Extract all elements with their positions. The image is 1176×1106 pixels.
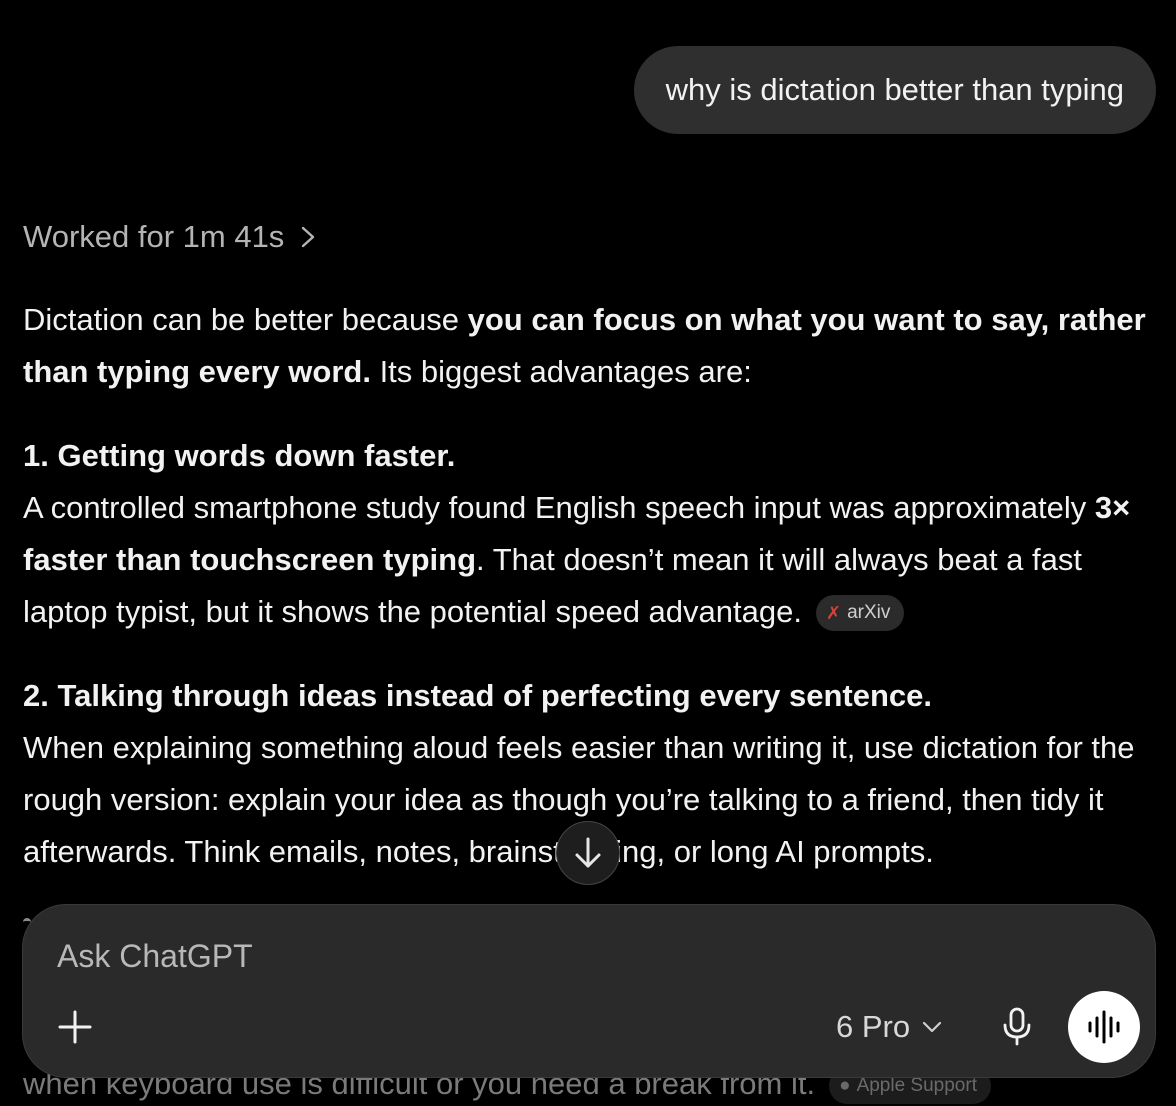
- citation-chip-arxiv[interactable]: ✗ arXiv: [815, 595, 905, 631]
- assistant-answer: Dictation can be better because you can …: [23, 294, 1158, 878]
- microphone-icon: [1003, 1007, 1031, 1046]
- chevron-down-icon: [923, 1021, 942, 1033]
- point-2-heading: 2. Talking through ideas instead of perf…: [23, 678, 932, 713]
- scroll-to-bottom-button[interactable]: [556, 821, 620, 885]
- message-input[interactable]: [55, 927, 959, 985]
- arrow-down-icon: [575, 837, 601, 868]
- user-message-text: why is dictation better than typing: [665, 72, 1124, 107]
- message-composer: 6 Pro: [22, 904, 1156, 1078]
- user-message-bubble: why is dictation better than typing: [633, 46, 1156, 134]
- dictate-button[interactable]: [995, 1003, 1039, 1051]
- answer-intro: Dictation can be better because you can …: [23, 302, 1146, 389]
- plus-icon: [58, 1010, 92, 1044]
- model-selector-label: 6 Pro: [836, 1009, 911, 1044]
- answer-point-1: 1. Getting words down faster. A controlle…: [23, 430, 1158, 638]
- voice-mode-button[interactable]: [1068, 991, 1140, 1063]
- arxiv-logo-icon: ✗: [825, 603, 842, 623]
- add-attachment-button[interactable]: [53, 1005, 97, 1049]
- worked-status-toggle[interactable]: Worked for 1m 41s: [23, 219, 318, 255]
- chevron-right-icon: [302, 226, 315, 248]
- voice-waveform-icon: [1088, 1010, 1120, 1044]
- worked-status-label: Worked for 1m 41s: [23, 219, 285, 254]
- model-selector[interactable]: 6 Pro: [836, 1005, 942, 1049]
- point-1-heading: 1. Getting words down faster.: [23, 438, 456, 473]
